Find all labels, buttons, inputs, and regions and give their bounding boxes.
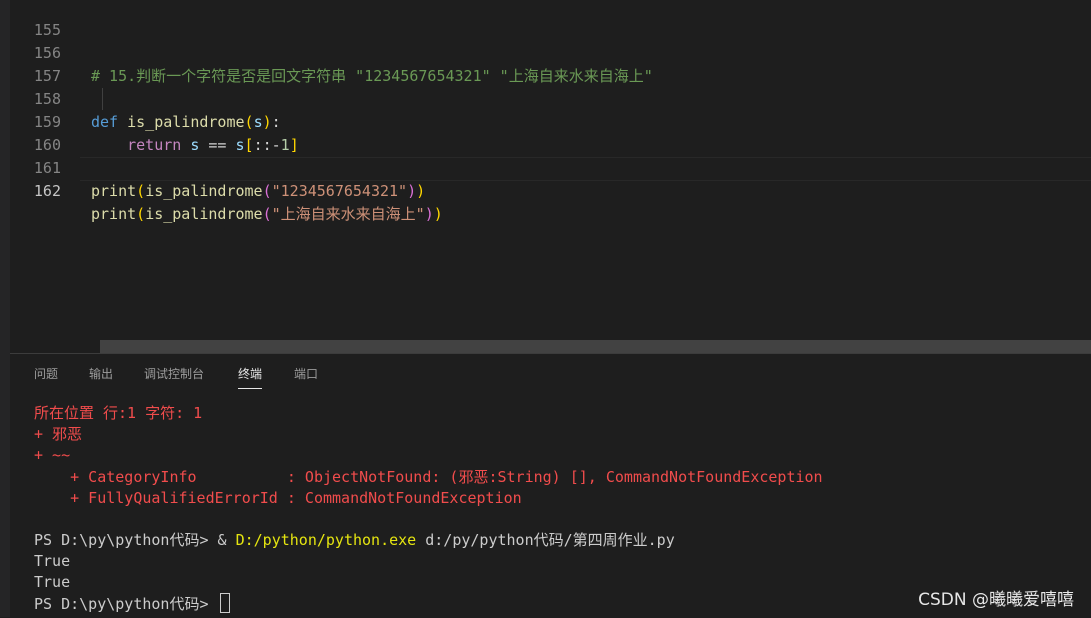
watermark: CSDN @曦曦爱嘻嘻 [918, 590, 1074, 610]
terminal-text: 所在位置 行:1 字符: 1 [34, 404, 203, 422]
terminal-text: + FullyQualifiedErrorId : CommandNotFoun… [34, 489, 522, 507]
code-token: is_palindrome [145, 205, 263, 223]
terminal-text: D:/python/python.exe [235, 531, 417, 549]
terminal-line: True [34, 551, 70, 572]
terminal-text: + 邪恶 [34, 425, 83, 443]
tab-ports[interactable]: 端口 [294, 366, 318, 382]
terminal-line: True [34, 572, 70, 593]
code-token: ( [262, 182, 272, 200]
code-token: "1234567654321" [271, 182, 408, 200]
bottom-panel: 问题 输出 调试控制台 终端 端口 所在位置 行:1 字符: 1 + 邪恶 + … [10, 353, 1091, 618]
code-token: ) [424, 205, 434, 223]
terminal-cursor [219, 593, 230, 613]
code-text: print(is_palindrome("上海自来水来自海上")) [91, 203, 443, 226]
terminal-text: True [34, 552, 71, 570]
code-line: 155 [10, 0, 1091, 39]
panel-tabs: 问题 输出 调试控制台 终端 端口 [10, 354, 1091, 390]
code-token: ( [262, 205, 272, 223]
code-token: ( [136, 182, 146, 200]
code-text: print(is_palindrome("1234567654321")) [91, 180, 425, 203]
code-line: 160 [10, 111, 1091, 154]
code-editor[interactable]: 155 156 # 15.判断一个字符是否是回文字符串 "12345676543… [10, 0, 1091, 353]
code-line-current: 162 print(is_palindrome("上海自来水来自海上")) [10, 157, 1091, 223]
terminal-text: PS D:\py\python代码> & [34, 531, 236, 549]
code-token: is_palindrome [145, 182, 263, 200]
code-token: print [91, 205, 137, 223]
activity-bar-edge [0, 0, 10, 617]
code-line: 161 print(is_palindrome("1234567654321")… [10, 134, 1091, 200]
horizontal-scrollbar[interactable] [100, 340, 1091, 353]
terminal-line: + 邪恶 [34, 424, 82, 445]
terminal-line: + FullyQualifiedErrorId : CommandNotFoun… [34, 488, 522, 509]
code-token: ) [433, 205, 443, 223]
terminal-text: d:/py/python代码/第四周作业.py [416, 531, 675, 549]
code-token: print [91, 182, 137, 200]
terminal-text: PS D:\py\python代码> [34, 595, 218, 613]
terminal-text: + CategoryInfo : ObjectNotFound: (邪恶:Str… [34, 468, 823, 486]
code-line: 159 return s == s[::-1] [10, 88, 1091, 154]
tab-terminal[interactable]: 终端 [238, 366, 263, 389]
tab-output[interactable]: 输出 [89, 366, 113, 382]
terminal-line: + ~~ [34, 445, 70, 466]
code-token: ) [407, 182, 417, 200]
line-number: 162 [33, 182, 61, 200]
code-line: 156 # 15.判断一个字符是否是回文字符串 "1234567654321" … [10, 19, 1091, 85]
code-token: ) [416, 182, 426, 200]
code-token: "上海自来水来自海上" [271, 205, 425, 223]
tab-debug-console[interactable]: 调试控制台 [144, 366, 204, 382]
code-line: 157 [10, 42, 1091, 85]
terminal-text: + ~~ [34, 446, 71, 464]
code-token: ( [136, 205, 146, 223]
terminal-text: True [34, 573, 71, 591]
terminal-line: + CategoryInfo : ObjectNotFound: (邪恶:Str… [34, 467, 823, 488]
tab-problems[interactable]: 问题 [34, 366, 58, 382]
code-line: 158 def is_palindrome(s): [10, 65, 1091, 131]
terminal-line: PS D:\py\python代码> & D:/python/python.ex… [34, 530, 675, 551]
terminal-prompt-line[interactable]: PS D:\py\python代码> [34, 593, 230, 614]
terminal-line: 所在位置 行:1 字符: 1 [34, 403, 202, 424]
